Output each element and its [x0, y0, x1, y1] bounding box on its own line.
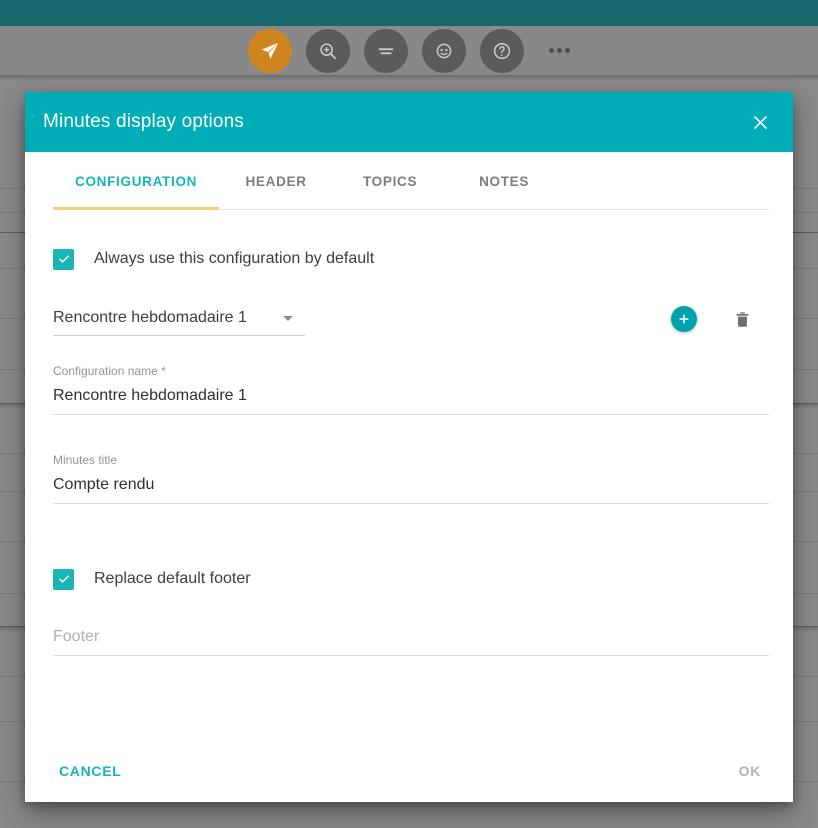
- equals-icon: [378, 47, 394, 54]
- tab-configuration-label: CONFIGURATION: [75, 173, 198, 189]
- dialog-footer: CANCEL OK: [25, 740, 793, 802]
- ok-button[interactable]: OK: [733, 755, 767, 787]
- close-icon[interactable]: [745, 107, 775, 137]
- cancel-button[interactable]: CANCEL: [53, 755, 128, 787]
- check-icon: [58, 575, 69, 583]
- configuration-select[interactable]: Rencontre hebdomadaire 1: [53, 309, 305, 336]
- footer-field-group: [49, 628, 769, 656]
- dialog-body: Always use this configuration by default…: [25, 210, 793, 740]
- more-options-icon[interactable]: [542, 29, 576, 73]
- send-icon-button[interactable]: [248, 28, 292, 73]
- always-default-checkbox[interactable]: [53, 248, 74, 270]
- tab-header-label: HEADER: [245, 173, 307, 189]
- dialog-tabs: CONFIGURATION HEADER TOPICS NOTES: [25, 152, 793, 210]
- delete-configuration-button[interactable]: [729, 306, 755, 332]
- app-toolbar: [0, 26, 818, 75]
- tab-notes-label: NOTES: [479, 173, 530, 189]
- always-default-checkbox-label: Always use this configuration by default: [94, 250, 375, 267]
- zoom-in-icon-button[interactable]: [306, 28, 350, 73]
- help-icon: [493, 42, 511, 59]
- equals-icon-button[interactable]: [364, 28, 408, 73]
- minutes-display-options-dialog: Minutes display options CONFIGURATION HE…: [25, 92, 793, 802]
- face-icon: [436, 43, 452, 58]
- send-icon: [261, 42, 279, 59]
- tab-topics-label: TOPICS: [362, 173, 418, 189]
- app-top-bar: [0, 0, 818, 26]
- configuration-name-field-group: Configuration name *: [49, 364, 769, 415]
- tab-configuration[interactable]: CONFIGURATION: [53, 152, 220, 210]
- configuration-select-value: Rencontre hebdomadaire 1: [53, 309, 247, 326]
- minutes-title-label: Minutes title: [53, 453, 118, 467]
- minutes-title-input[interactable]: [53, 476, 769, 504]
- tab-notes[interactable]: NOTES: [447, 152, 561, 210]
- dialog-title: Minutes display options: [43, 111, 244, 132]
- tab-header[interactable]: HEADER: [219, 152, 333, 210]
- always-default-checkbox-row[interactable]: Always use this configuration by default: [49, 244, 769, 274]
- minutes-title-field-group: Minutes title: [49, 453, 769, 504]
- plus-icon: [679, 314, 689, 324]
- footer-input[interactable]: [53, 628, 769, 656]
- configuration-name-label: Configuration name *: [53, 364, 166, 378]
- add-configuration-button[interactable]: [671, 306, 697, 332]
- configuration-select-row: Rencontre hebdomadaire 1: [49, 306, 769, 336]
- chevron-down-icon: [283, 315, 293, 321]
- dialog-header: Minutes display options: [25, 92, 793, 152]
- tab-topics[interactable]: TOPICS: [333, 152, 447, 210]
- configuration-name-input[interactable]: [53, 387, 769, 415]
- replace-footer-checkbox-row[interactable]: Replace default footer: [49, 564, 769, 594]
- app-root: Minutes display options CONFIGURATION HE…: [0, 0, 818, 828]
- replace-footer-checkbox-label: Replace default footer: [94, 570, 251, 587]
- face-icon-button[interactable]: [422, 28, 466, 73]
- check-icon: [58, 255, 69, 263]
- close-x-icon: [753, 115, 767, 129]
- help-icon-button[interactable]: [480, 28, 524, 73]
- trash-icon: [736, 311, 748, 327]
- replace-footer-checkbox[interactable]: [53, 568, 74, 590]
- zoom-in-icon: [320, 42, 337, 59]
